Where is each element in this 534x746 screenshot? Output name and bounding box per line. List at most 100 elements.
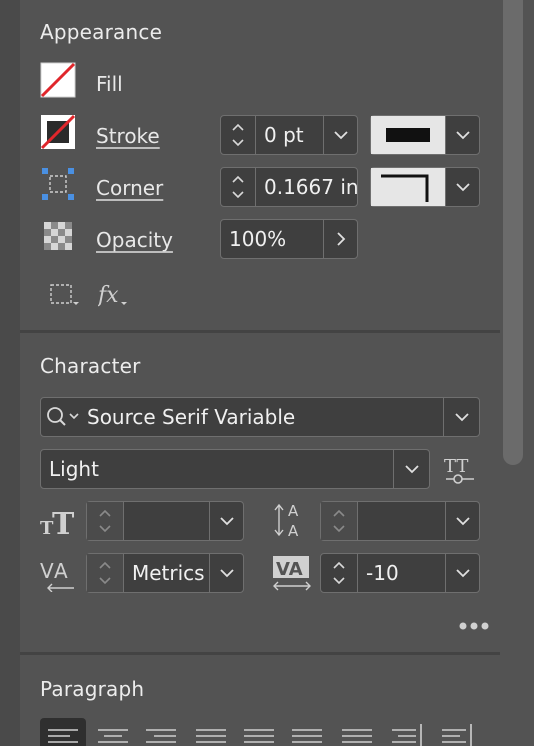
svg-text:VA: VA — [276, 559, 303, 580]
stroke-style-chevron[interactable] — [445, 116, 479, 154]
kerning-field[interactable]: Metrics — [86, 553, 244, 593]
align-away-from-spine-icon — [442, 724, 472, 746]
font-family-value[interactable]: Source Serif Variable — [87, 398, 437, 436]
svg-text:A: A — [54, 559, 68, 583]
stepper-arrows-icon — [333, 561, 345, 585]
appearance-title: Appearance — [40, 20, 163, 44]
solid-stroke-sample — [386, 128, 430, 142]
fill-label[interactable]: Fill — [96, 72, 123, 96]
stepper-arrows-icon — [99, 561, 111, 585]
corner-handles-icon — [42, 168, 74, 200]
tracking-input[interactable]: -10 — [357, 554, 445, 592]
section-divider — [20, 330, 500, 333]
left-gutter — [0, 0, 21, 746]
justify-center-button[interactable] — [236, 718, 282, 746]
justify-left-icon — [196, 729, 226, 743]
tracking-field[interactable]: -10 — [320, 553, 480, 593]
kerning-chevron[interactable] — [209, 554, 243, 592]
stroke-style-dropdown[interactable] — [370, 115, 480, 155]
stroke-none-icon[interactable] — [40, 114, 76, 150]
chevron-down-icon — [219, 569, 234, 578]
corner-style-chevron[interactable] — [445, 168, 479, 206]
font-family-dropdown[interactable]: Source Serif Variable — [40, 397, 480, 437]
stroke-weight-field[interactable]: 0 pt — [220, 115, 358, 155]
justify-center-icon — [244, 729, 274, 743]
align-left-icon — [48, 729, 78, 743]
chevron-down-icon — [455, 569, 470, 578]
align-away-from-spine-button[interactable] — [434, 718, 480, 746]
justify-right-button[interactable] — [284, 718, 330, 746]
corner-style-dropdown[interactable] — [370, 167, 480, 207]
font-family-chevron[interactable] — [443, 398, 479, 436]
leading-chevron[interactable] — [445, 502, 479, 540]
font-style-value[interactable]: Light — [41, 450, 391, 488]
search-icon — [47, 407, 79, 426]
tracking-icon: VA — [272, 556, 312, 592]
svg-text:V: V — [40, 559, 54, 583]
svg-text:T: T — [52, 507, 75, 538]
stepper-arrows-icon — [99, 509, 111, 533]
opacity-input[interactable]: 100% — [221, 220, 323, 258]
align-right-button[interactable] — [138, 718, 184, 746]
shape-options-icon[interactable] — [50, 282, 80, 308]
font-size-icon: TT — [40, 504, 78, 538]
opacity-label[interactable]: Opacity — [96, 228, 173, 252]
align-right-icon — [146, 729, 176, 743]
font-style-chevron[interactable] — [393, 450, 429, 488]
align-center-button[interactable] — [90, 718, 136, 746]
scrollbar-thumb[interactable] — [503, 0, 523, 465]
justify-all-icon — [342, 729, 372, 743]
more-options-icon[interactable] — [458, 620, 490, 632]
corner-style-swatch — [371, 168, 445, 206]
chevron-down-icon — [455, 183, 470, 192]
justify-all-button[interactable] — [334, 718, 380, 746]
svg-text:TT: TT — [444, 456, 468, 477]
corner-radius-field[interactable]: 0.1667 in — [220, 167, 358, 207]
align-center-icon — [98, 729, 128, 743]
justify-left-button[interactable] — [188, 718, 234, 746]
tracking-stepper[interactable] — [321, 554, 357, 592]
chevron-down-icon — [404, 465, 419, 474]
leading-icon: AA — [274, 500, 310, 540]
leading-field[interactable] — [320, 501, 480, 541]
kerning-input[interactable]: Metrics — [123, 554, 209, 592]
kerning-icon: VA — [40, 556, 78, 592]
corner-label[interactable]: Corner — [96, 176, 163, 200]
stepper-arrows-icon — [232, 175, 244, 199]
chevron-down-icon — [455, 131, 470, 140]
stroke-weight-stepper[interactable] — [221, 116, 255, 154]
stepper-arrows-icon — [333, 509, 345, 533]
font-size-stepper[interactable] — [87, 502, 123, 540]
corner-radius-input[interactable]: 0.1667 in — [255, 168, 357, 206]
chevron-right-icon — [336, 232, 345, 246]
svg-text:fx: fx — [98, 283, 119, 308]
fill-none-icon[interactable] — [40, 62, 76, 98]
align-towards-spine-icon — [392, 724, 422, 746]
leading-stepper[interactable] — [321, 502, 357, 540]
font-size-input[interactable] — [123, 502, 209, 540]
square-corner-icon — [381, 174, 429, 202]
svg-text:A: A — [288, 502, 299, 520]
corner-radius-stepper[interactable] — [221, 168, 255, 206]
chevron-down-icon — [219, 517, 234, 526]
paragraph-title: Paragraph — [40, 677, 145, 701]
effects-fx-icon[interactable]: fx — [98, 280, 132, 310]
align-left-button[interactable] — [40, 718, 86, 746]
kerning-stepper[interactable] — [87, 554, 123, 592]
align-towards-spine-button[interactable] — [384, 718, 430, 746]
stroke-label[interactable]: Stroke — [96, 124, 160, 148]
tracking-chevron[interactable] — [445, 554, 479, 592]
chevron-down-icon — [455, 517, 470, 526]
font-style-dropdown[interactable]: Light — [40, 449, 430, 489]
stroke-weight-input[interactable]: 0 pt — [255, 116, 323, 154]
opacity-checker-icon — [44, 222, 72, 250]
section-divider — [20, 652, 500, 655]
opacity-slider-button[interactable] — [323, 220, 357, 258]
font-variations-icon[interactable]: TT — [444, 452, 476, 486]
font-search-icon[interactable] — [43, 398, 85, 436]
opacity-field[interactable]: 100% — [220, 219, 358, 259]
stroke-weight-dropdown[interactable] — [323, 116, 357, 154]
font-size-chevron[interactable] — [209, 502, 243, 540]
font-size-field[interactable] — [86, 501, 244, 541]
leading-input[interactable] — [357, 502, 445, 540]
